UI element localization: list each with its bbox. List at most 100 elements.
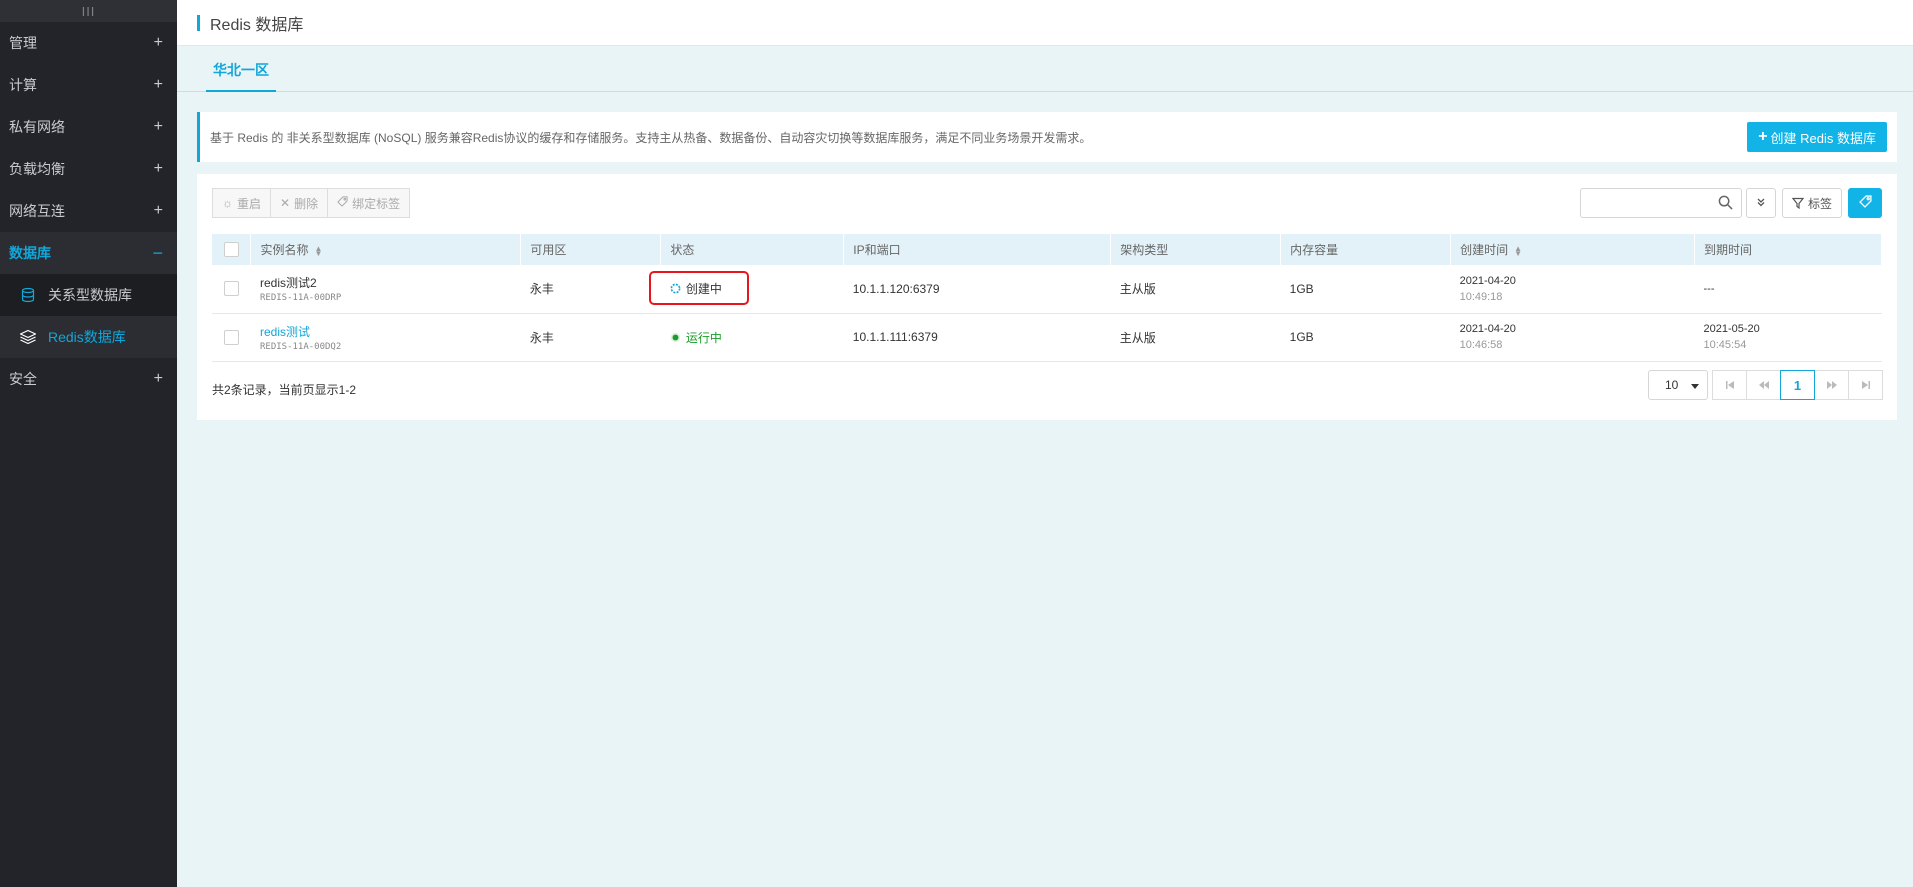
fast-forward-icon xyxy=(1826,381,1837,389)
row-checkbox[interactable] xyxy=(224,329,239,345)
advanced-search-toggle[interactable] xyxy=(1745,188,1776,218)
column-header-status: 状态 xyxy=(660,234,845,265)
sidebar-subitem-redis-db[interactable]: Redis数据库 xyxy=(0,316,177,358)
row-select-cell xyxy=(212,313,251,361)
expand-plus-icon: + xyxy=(153,34,163,51)
column-header-memory: 内存容量 xyxy=(1280,234,1452,265)
column-header-created[interactable]: 创建时间 ▲ ▼ xyxy=(1450,234,1695,265)
running-dot-icon xyxy=(670,332,680,342)
prev-page-button[interactable] xyxy=(1746,370,1781,400)
instance-table: 实例名称 ▲ ▼ 可用区 状态 IP和端口 架构类型 内存容量 创建时间 ▲ ▼ 到期时… xyxy=(212,234,1882,362)
sidebar-item-security[interactable]: 安全 + xyxy=(0,358,177,400)
create-redis-button[interactable]: + 创建 Redis 数据库 xyxy=(1747,122,1887,152)
rewind-icon xyxy=(1758,381,1769,389)
expire-time: 10:45:54 xyxy=(1703,339,1747,351)
tag-icon xyxy=(337,196,348,210)
instance-name-link[interactable]: redis测试 xyxy=(260,323,521,340)
row-checkbox[interactable] xyxy=(224,281,239,297)
plus-icon: + xyxy=(1758,128,1768,145)
bind-tag-button[interactable]: 绑定标签 xyxy=(327,188,411,218)
status-cell: 运行中 xyxy=(661,313,844,361)
page-size-value: 10 xyxy=(1665,378,1679,392)
status-badge: 创建中 xyxy=(670,280,722,297)
status-text: 创建中 xyxy=(685,282,722,297)
collapse-minus-icon: − xyxy=(152,242,163,263)
created-time: 10:49:18 xyxy=(1459,290,1503,303)
tag-display-button[interactable] xyxy=(1848,188,1882,218)
tag-filter-button[interactable]: 标签 xyxy=(1781,188,1842,218)
create-redis-label: 创建 Redis 数据库 xyxy=(1770,130,1876,146)
sidebar-item-vpc[interactable]: 私有网络 + xyxy=(0,106,177,148)
last-page-icon xyxy=(1861,381,1870,389)
sidebar-item-compute[interactable]: 计算 + xyxy=(0,64,177,106)
sidebar-collapse-handle[interactable]: III xyxy=(0,0,177,22)
search-input[interactable] xyxy=(1580,189,1741,217)
expand-plus-icon: + xyxy=(153,76,163,93)
page-1-button[interactable]: 1 xyxy=(1780,370,1815,400)
sort-icon[interactable]: ▲ ▼ xyxy=(315,244,323,257)
sidebar-item-management[interactable]: 管理 + xyxy=(0,22,177,64)
column-header-ip: IP和端口 xyxy=(843,234,1112,265)
name-cell: redis测试2 REDIS-11A-00DRP xyxy=(251,265,521,313)
column-header-name[interactable]: 实例名称 ▲ ▼ xyxy=(250,234,522,265)
close-icon: ✕ xyxy=(280,196,291,210)
expire-cell: --- xyxy=(1695,265,1882,313)
instance-id: REDIS-11A-00DRP xyxy=(259,293,342,304)
column-label: 实例名称 xyxy=(260,243,309,257)
page-size-select[interactable]: 10 xyxy=(1648,370,1708,400)
right-toolbar: 标签 xyxy=(1579,188,1882,218)
sidebar-subitem-relational-db[interactable]: 关系型数据库 xyxy=(0,274,177,316)
title-accent-bar xyxy=(197,14,200,31)
sidebar-item-database[interactable]: 数据库 − xyxy=(0,232,177,274)
expire-date: --- xyxy=(1703,282,1715,295)
page-header: Redis 数据库 xyxy=(177,0,1913,46)
action-toolbar: ☼ 重启 ✕ 删除 绑定标签 xyxy=(212,188,411,218)
expand-plus-icon: + xyxy=(153,370,163,387)
sort-icon[interactable]: ▲ ▼ xyxy=(1514,244,1522,257)
sidebar-item-label: 安全 xyxy=(9,371,37,387)
instance-id: REDIS-11A-00DQ2 xyxy=(259,341,342,352)
page-title: Redis 数据库 xyxy=(210,16,304,34)
status-text: 运行中 xyxy=(685,330,722,345)
record-count: 共2条记录，当前页显示1-2 xyxy=(212,383,357,397)
select-all-checkbox[interactable] xyxy=(224,242,239,258)
instance-name[interactable]: redis测试2 xyxy=(260,274,521,291)
table-row: redis测试 REDIS-11A-00DQ2 永丰 运行中 10.1.1.11… xyxy=(212,313,1882,361)
sidebar-item-label: 管理 xyxy=(9,35,37,51)
column-label: 内存容量 xyxy=(1290,243,1339,257)
created-date: 2021-04-20 xyxy=(1459,274,1516,287)
tab-region-north-china-1[interactable]: 华北一区 xyxy=(206,60,276,92)
next-page-button[interactable] xyxy=(1814,370,1849,400)
pagination: 10 1 xyxy=(1648,370,1883,400)
status-cell: 创建中 xyxy=(661,265,844,313)
sidebar: III 管理 + 计算 + 私有网络 + 负载均衡 + 网络互连 + 数据库 −… xyxy=(0,0,177,887)
column-label: IP和端口 xyxy=(853,243,901,257)
sidebar-item-interconnect[interactable]: 网络互连 + xyxy=(0,190,177,232)
column-header-zone: 可用区 xyxy=(520,234,662,265)
tag-icon xyxy=(1858,195,1872,211)
column-label: 创建时间 xyxy=(1460,243,1509,257)
last-page-button[interactable] xyxy=(1848,370,1883,400)
info-banner: 基于 Redis 的 非关系型数据库 (NoSQL) 服务兼容Redis协议的缓… xyxy=(197,112,1897,162)
column-label: 到期时间 xyxy=(1704,243,1753,257)
sidebar-item-label: 数据库 xyxy=(9,245,51,261)
column-header-arch: 架构类型 xyxy=(1110,234,1282,265)
zone-cell: 永丰 xyxy=(529,282,554,297)
search-icon[interactable] xyxy=(1718,195,1733,213)
row-select-cell xyxy=(212,265,251,313)
column-label: 架构类型 xyxy=(1120,243,1169,257)
double-chevron-down-icon xyxy=(1756,196,1766,210)
caret-down-icon xyxy=(1691,378,1699,392)
column-label: 可用区 xyxy=(530,243,567,257)
sidebar-item-label: 网络互连 xyxy=(9,203,65,219)
created-time: 10:46:58 xyxy=(1459,339,1503,351)
delete-button[interactable]: ✕ 删除 xyxy=(270,188,329,218)
restart-button[interactable]: ☼ 重启 xyxy=(212,188,272,218)
table-row: redis测试2 REDIS-11A-00DRP 永丰 创建中 10.1.1.1… xyxy=(212,265,1882,313)
first-page-button[interactable] xyxy=(1712,370,1747,400)
sidebar-item-load-balancer[interactable]: 负载均衡 + xyxy=(0,148,177,190)
created-date: 2021-04-20 xyxy=(1459,323,1516,335)
sidebar-subitem-label: 关系型数据库 xyxy=(48,287,132,303)
delete-label: 删除 xyxy=(294,196,319,211)
sidebar-item-label: 计算 xyxy=(9,77,37,93)
